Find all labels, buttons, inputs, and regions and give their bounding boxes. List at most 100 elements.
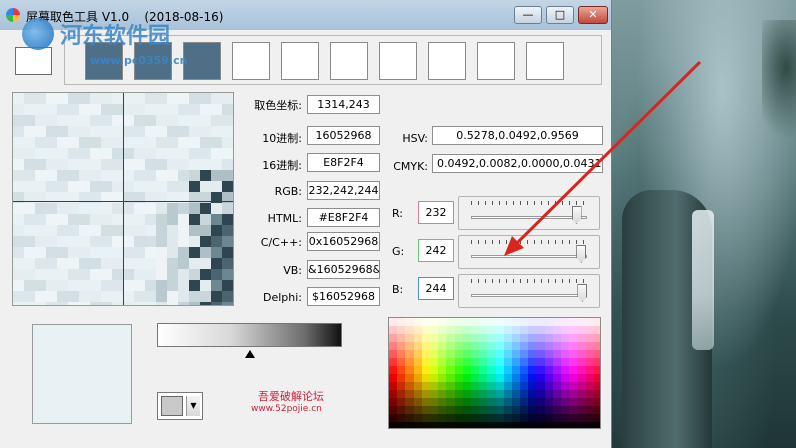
magnified-pixel xyxy=(35,126,46,137)
cpp-field[interactable]: 0x16052968 xyxy=(307,232,380,251)
magnified-pixel xyxy=(134,258,145,269)
magnified-pixel xyxy=(35,170,46,181)
r-slider-track xyxy=(471,216,587,219)
magnified-pixel xyxy=(35,258,46,269)
magnified-pixel xyxy=(156,115,167,126)
magnified-pixel xyxy=(46,258,57,269)
magnified-pixel xyxy=(79,214,90,225)
chevron-down-icon[interactable]: ▼ xyxy=(186,396,200,416)
magnified-pixel xyxy=(178,181,189,192)
magnified-pixel xyxy=(101,258,112,269)
history-swatch[interactable] xyxy=(477,42,515,80)
magnified-pixel xyxy=(101,225,112,236)
magnified-pixel xyxy=(134,104,145,115)
cmyk-field[interactable]: 0.0492,0.0082,0.0000,0.0431 xyxy=(432,154,603,173)
magnified-pixel xyxy=(24,291,35,302)
color-palette[interactable] xyxy=(388,317,601,429)
magnified-pixel xyxy=(46,280,57,291)
magnified-pixel xyxy=(57,269,68,280)
history-swatch[interactable] xyxy=(134,42,172,80)
magnified-pixel xyxy=(24,181,35,192)
magnified-pixel xyxy=(57,104,68,115)
g-slider-thumb[interactable] xyxy=(576,245,587,263)
magnified-pixel xyxy=(134,170,145,181)
magnified-pixel xyxy=(189,269,200,280)
app-icon xyxy=(6,8,20,22)
magnified-pixel xyxy=(24,137,35,148)
magnified-pixel xyxy=(189,236,200,247)
magnified-pixel xyxy=(211,247,222,258)
magnified-pixel xyxy=(145,104,156,115)
app-window: 屏幕取色工具 V1.0 (2018-08-16) — □ ✕ 取色坐标: 131… xyxy=(0,0,612,448)
hsv-field[interactable]: 0.5278,0.0492,0.9569 xyxy=(432,126,603,145)
coord-field[interactable]: 1314,243 xyxy=(307,95,380,114)
history-swatch[interactable] xyxy=(428,42,466,80)
magnified-pixel xyxy=(145,137,156,148)
r-label: R: xyxy=(392,207,404,220)
title-bar[interactable]: 屏幕取色工具 V1.0 (2018-08-16) — □ ✕ xyxy=(0,0,611,30)
magnifier-view[interactable] xyxy=(12,92,234,306)
magnified-pixel xyxy=(101,247,112,258)
magnified-pixel xyxy=(123,126,134,137)
magnified-pixel xyxy=(24,258,35,269)
magnified-pixel xyxy=(156,137,167,148)
current-color-swatch[interactable] xyxy=(15,47,52,75)
magnified-pixel xyxy=(13,115,24,126)
history-swatch[interactable] xyxy=(183,42,221,80)
history-swatch[interactable] xyxy=(379,42,417,80)
r-slider[interactable] xyxy=(458,196,600,230)
magnified-pixel xyxy=(178,170,189,181)
magnified-pixel xyxy=(79,126,90,137)
close-button[interactable]: ✕ xyxy=(578,6,608,24)
magnified-pixel xyxy=(145,291,156,302)
history-swatch[interactable] xyxy=(85,42,123,80)
r-slider-thumb[interactable] xyxy=(571,206,582,224)
magnified-pixel xyxy=(123,203,134,214)
history-swatch[interactable] xyxy=(526,42,564,80)
history-swatch[interactable] xyxy=(281,42,319,80)
magnified-pixel xyxy=(24,104,35,115)
magnified-pixel xyxy=(68,148,79,159)
palette-cell xyxy=(593,422,600,428)
magnified-pixel xyxy=(79,148,90,159)
magnified-pixel xyxy=(13,148,24,159)
magnified-pixel xyxy=(68,269,79,280)
magnified-pixel xyxy=(211,170,222,181)
magnified-pixel xyxy=(90,214,101,225)
gradient-bar[interactable] xyxy=(157,323,342,347)
gradient-marker[interactable] xyxy=(244,350,255,358)
magnified-pixel xyxy=(79,269,90,280)
close-icon: ✕ xyxy=(588,8,598,21)
rgb-field[interactable]: 232,242,244 xyxy=(307,181,380,200)
history-swatch[interactable] xyxy=(330,42,368,80)
g-slider[interactable] xyxy=(458,235,600,269)
magnified-pixel xyxy=(90,247,101,258)
minimize-button[interactable]: — xyxy=(514,6,542,24)
magnified-pixel xyxy=(13,159,24,170)
delphi-field[interactable]: $16052968 xyxy=(307,287,380,306)
magnified-pixel xyxy=(79,236,90,247)
magnified-pixel xyxy=(90,126,101,137)
html-field[interactable]: #E8F2F4 xyxy=(307,208,380,227)
hex-field[interactable]: E8F2F4 xyxy=(307,153,380,172)
g-value-box[interactable]: 242 xyxy=(418,239,454,262)
magnified-pixel xyxy=(35,280,46,291)
color-dropdown[interactable]: ▼ xyxy=(157,392,203,420)
b-label: B: xyxy=(392,283,404,296)
magnified-pixel xyxy=(211,115,222,126)
r-value-box[interactable]: 232 xyxy=(418,201,454,224)
b-slider[interactable] xyxy=(458,274,600,308)
magnified-pixel xyxy=(222,170,233,181)
dec-field[interactable]: 16052968 xyxy=(307,126,380,145)
maximize-button[interactable]: □ xyxy=(546,6,574,24)
b-slider-thumb[interactable] xyxy=(577,284,588,302)
b-value-box[interactable]: 244 xyxy=(418,277,454,300)
magnified-pixel xyxy=(189,225,200,236)
magnified-pixel xyxy=(123,258,134,269)
magnified-pixel xyxy=(112,291,123,302)
history-swatch[interactable] xyxy=(232,42,270,80)
magnified-pixel xyxy=(101,93,112,104)
magnified-pixel xyxy=(90,225,101,236)
magnified-pixel xyxy=(189,170,200,181)
vb-field[interactable]: &16052968& xyxy=(307,260,380,279)
